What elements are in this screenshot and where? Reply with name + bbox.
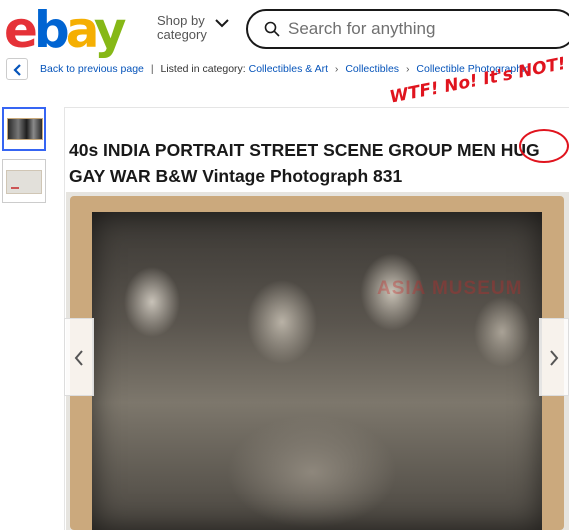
thumbnail-image: [7, 118, 43, 140]
search-icon: [264, 21, 280, 37]
logo-letter-a: a: [65, 1, 98, 59]
breadcrumb-chevron-icon: ›: [405, 63, 410, 75]
shop-by-category-button[interactable]: Shop by category: [157, 14, 237, 46]
search-bar[interactable]: [246, 9, 569, 49]
chevron-down-icon: [215, 19, 229, 28]
chevron-right-icon: [550, 350, 559, 366]
ebay-logo[interactable]: ebay: [4, 1, 127, 59]
main-photo[interactable]: ASIA MUSEUM: [70, 196, 564, 530]
logo-letter-e: e: [4, 1, 38, 59]
thumbnail-1[interactable]: [2, 107, 46, 151]
search-input[interactable]: [288, 16, 558, 42]
next-image-button[interactable]: [539, 318, 569, 396]
chevron-left-icon: [13, 64, 21, 76]
breadcrumb-item-collectibles-art[interactable]: Collectibles & Art: [249, 63, 328, 75]
shop-by-label-2: category: [157, 27, 207, 42]
breadcrumb-separator: |: [150, 63, 154, 75]
back-to-previous-link[interactable]: Back to previous page: [40, 63, 144, 75]
back-button[interactable]: [6, 58, 28, 80]
breadcrumb-chevron-icon: ›: [334, 63, 339, 75]
chevron-left-icon: [74, 350, 83, 366]
thumbnail-image: [6, 170, 42, 194]
breadcrumb-item-collectibles[interactable]: Collectibles: [345, 63, 399, 75]
listed-in-label: Listed in category:: [160, 63, 246, 75]
logo-letter-b: b: [33, 1, 70, 59]
logo-letter-y: y: [93, 1, 127, 59]
annotation-circle: [519, 129, 569, 163]
photo-content: ASIA MUSEUM: [92, 212, 542, 530]
previous-image-button[interactable]: [64, 318, 94, 396]
photo-watermark: ASIA MUSEUM: [377, 278, 523, 299]
listing-title: 40s INDIA PORTRAIT STREET SCENE GROUP ME…: [69, 140, 540, 186]
thumbnail-2[interactable]: [2, 159, 46, 203]
